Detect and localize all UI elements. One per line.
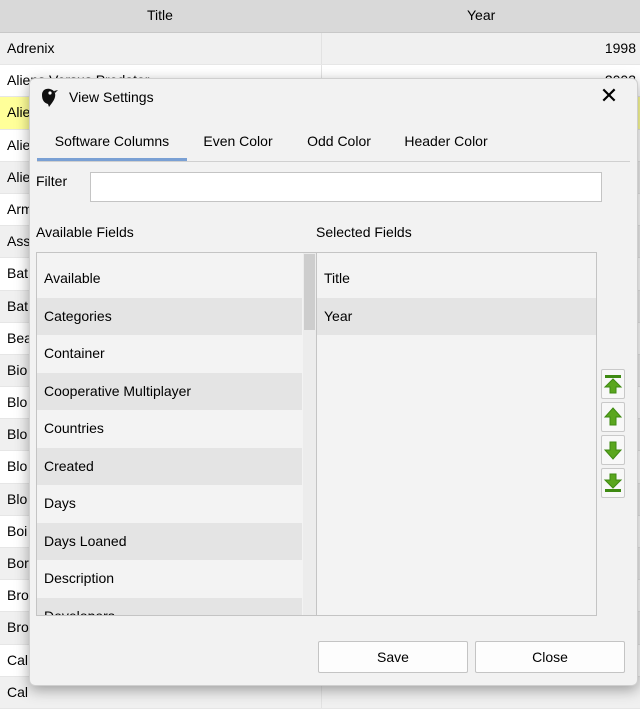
move-bottom-icon [603, 473, 623, 492]
row-title-cell: Blo [7, 426, 28, 443]
selected-fields-label: Selected Fields [316, 224, 412, 240]
available-list-scrollbar[interactable] [303, 253, 316, 615]
list-item[interactable]: Description [37, 560, 302, 598]
dialog-title: View Settings [69, 89, 154, 105]
tab-bar: Software Columns Even Color Odd Color He… [37, 123, 630, 162]
row-title-cell: Ass [7, 233, 31, 250]
row-title-cell: Alie [7, 168, 31, 185]
row-title-cell: Bor [7, 555, 29, 571]
row-title-cell: Bat [7, 265, 29, 282]
available-fields-list[interactable]: Available Categories Container Cooperative … [36, 252, 317, 616]
tab-header-color[interactable]: Header Color [393, 123, 499, 159]
row-title-cell: Alie [7, 136, 31, 153]
row-title-cell: Bio [7, 361, 28, 378]
scrollbar-thumb[interactable] [304, 254, 315, 330]
filter-input[interactable] [90, 172, 602, 202]
list-item[interactable]: Cooperative Multiplayer [37, 372, 302, 410]
move-bottom-button[interactable] [601, 468, 625, 498]
tab-odd-color[interactable]: Odd Color [299, 123, 379, 159]
selected-fields-list[interactable]: Title Year [316, 252, 597, 616]
filter-label: Filter [36, 173, 68, 189]
row-title-cell: Bro [7, 587, 29, 604]
list-item[interactable]: Days Loaned [37, 522, 302, 560]
move-top-icon [603, 375, 623, 394]
row-title-cell: Adrenix [7, 40, 55, 56]
move-up-button[interactable] [601, 402, 625, 432]
view-settings-dialog: View Settings ✕ Software Columns Even Co… [29, 78, 638, 686]
move-top-button[interactable] [601, 369, 625, 399]
list-item[interactable]: Created [37, 447, 302, 485]
dialog-titlebar: View Settings ✕ [30, 79, 637, 115]
list-item[interactable]: Title [317, 260, 596, 298]
row-title-cell: Cal [7, 683, 29, 700]
row-title-cell: Blo [7, 458, 28, 475]
column-header-year[interactable]: Year [467, 7, 495, 23]
close-button[interactable]: Close [475, 641, 625, 673]
list-item[interactable]: Categories [37, 297, 302, 335]
move-down-button[interactable] [601, 435, 625, 465]
arrow-up-icon [603, 407, 623, 426]
row-title-cell: Bro [7, 619, 29, 636]
row-title-cell: Bat [7, 297, 29, 314]
tab-software-columns[interactable]: Software Columns [37, 123, 187, 161]
close-icon[interactable]: ✕ [597, 84, 621, 108]
move-buttons [601, 369, 625, 501]
row-title-cell: Boi [7, 522, 28, 539]
list-item[interactable]: Container [37, 335, 302, 373]
row-title-cell: Alie [7, 104, 31, 121]
row-title-cell: Blo [7, 490, 28, 507]
table-row[interactable]: Adrenix 1998 [0, 33, 640, 66]
app-bird-icon [39, 86, 59, 108]
list-item[interactable]: Year [317, 297, 596, 335]
save-button[interactable]: Save [318, 641, 468, 673]
list-item[interactable]: Countries [37, 410, 302, 448]
list-item[interactable]: Developers [37, 597, 302, 615]
row-title-cell: Cal [7, 651, 29, 668]
row-title-cell: Blo [7, 394, 28, 411]
column-header-title[interactable]: Title [147, 7, 173, 23]
row-year-cell: 1998 [604, 40, 636, 56]
column-divider [321, 33, 322, 65]
tab-even-color[interactable]: Even Color [195, 123, 281, 159]
table-header: Title Year [0, 0, 640, 33]
list-item[interactable]: Days [37, 485, 302, 523]
list-item[interactable]: Available [37, 260, 302, 298]
available-fields-label: Available Fields [36, 224, 134, 240]
arrow-down-icon [603, 441, 623, 460]
